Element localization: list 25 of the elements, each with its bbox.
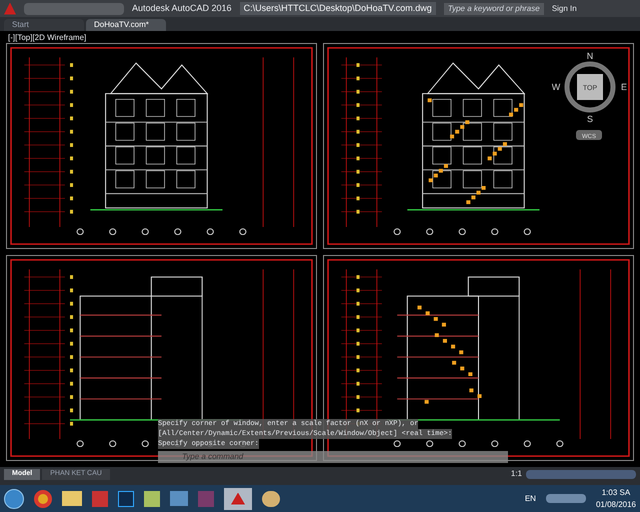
compass-ring[interactable] [564,62,616,112]
sign-in-link[interactable]: Sign In [552,2,577,14]
document-tab[interactable]: Start [4,19,84,31]
search-field[interactable]: Type a keyword or phrase [444,2,544,14]
clock-date[interactable]: 01/08/2016 [596,498,636,510]
window-title: Autodesk AutoCAD 2016 [132,2,232,15]
app-icon[interactable] [144,490,160,506]
start-orb-icon[interactable] [4,488,24,508]
compass-east[interactable]: E [621,82,627,92]
app-icon[interactable] [118,490,134,506]
browser-icon[interactable] [34,490,52,508]
compass-north[interactable]: N [586,51,594,61]
compass-west[interactable]: W [552,82,560,92]
annotation-scale[interactable]: 1:1 [510,468,522,480]
ucs-menu[interactable] [576,130,602,140]
language-indicator[interactable]: EN [524,492,536,504]
viewport-label[interactable]: [-][Top][2D Wireframe] [8,32,86,44]
app-icon[interactable] [262,490,280,506]
autocad-taskbar-icon[interactable] [224,488,252,510]
document-tab[interactable]: DoHoaTV.com* [86,19,166,31]
file-path: C:\Users\HTTCLC\Desktop\DoHoaTV.com.dwg [240,2,436,16]
tray-icons [546,494,586,503]
compass-south[interactable]: S [587,114,593,124]
clock-time[interactable]: 1:03 SA [602,486,630,498]
command-input[interactable]: Type a command [182,452,382,462]
